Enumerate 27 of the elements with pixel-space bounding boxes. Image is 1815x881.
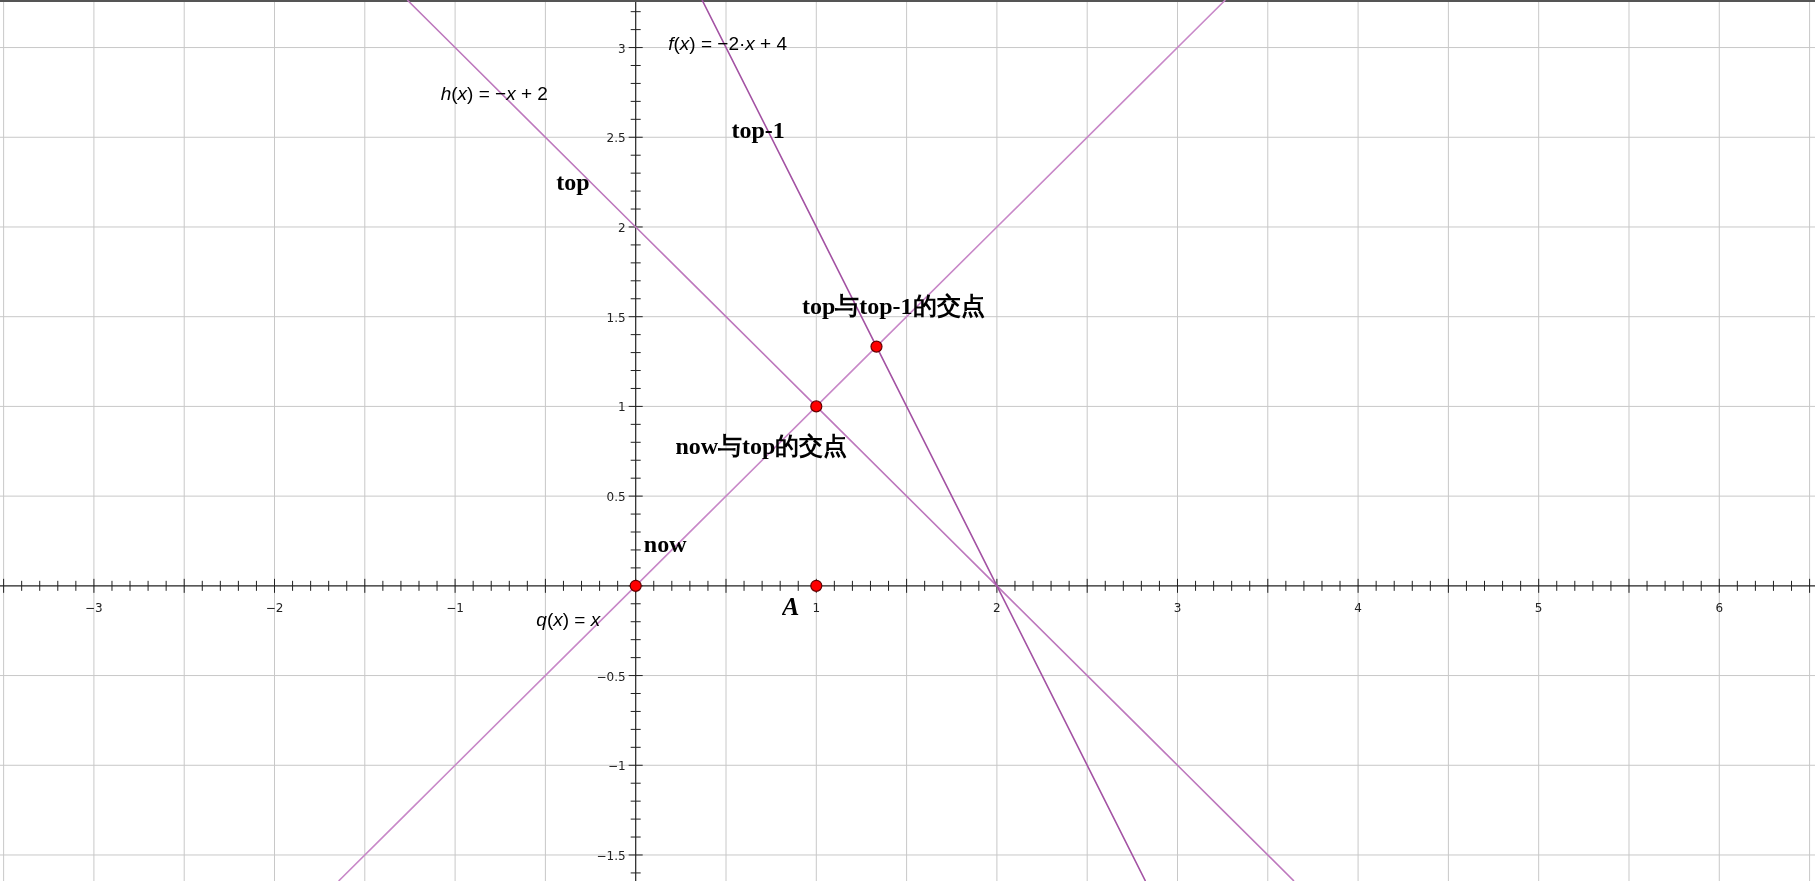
tick-label: 3 [618, 41, 626, 56]
tick-label: 2 [618, 221, 626, 235]
function-label: q(x) = x [536, 607, 601, 632]
tick-label: −2 [265, 600, 284, 615]
tick-label: −1 [608, 759, 626, 774]
tick-label: −3 [85, 600, 103, 615]
tick-label: 4 [1354, 600, 1362, 615]
tick-label: 2.5 [606, 131, 626, 146]
tick-label: −1.5 [596, 849, 626, 863]
line-label: top [556, 167, 590, 197]
tick-label: 2 [993, 600, 1001, 615]
point-marker[interactable] [810, 579, 823, 592]
point-label: now [643, 530, 687, 560]
tick-label: −1 [446, 600, 464, 615]
point-label: now与top的交点 [675, 431, 848, 461]
point-marker[interactable] [870, 340, 883, 353]
tick-label: 6 [1715, 600, 1724, 615]
function-label: h(x) = −x + 2 [440, 81, 548, 106]
point-marker[interactable] [810, 400, 823, 413]
point-marker[interactable] [629, 579, 642, 592]
tick-label: 0.5 [606, 490, 626, 505]
tick-label: 1 [618, 400, 626, 415]
tick-label: 5 [1534, 600, 1543, 615]
tick-label: 1.5 [606, 310, 626, 325]
tick-label: 1 [812, 600, 821, 615]
tick-label: −0.5 [596, 669, 626, 684]
tick-label: 3 [1173, 600, 1182, 615]
